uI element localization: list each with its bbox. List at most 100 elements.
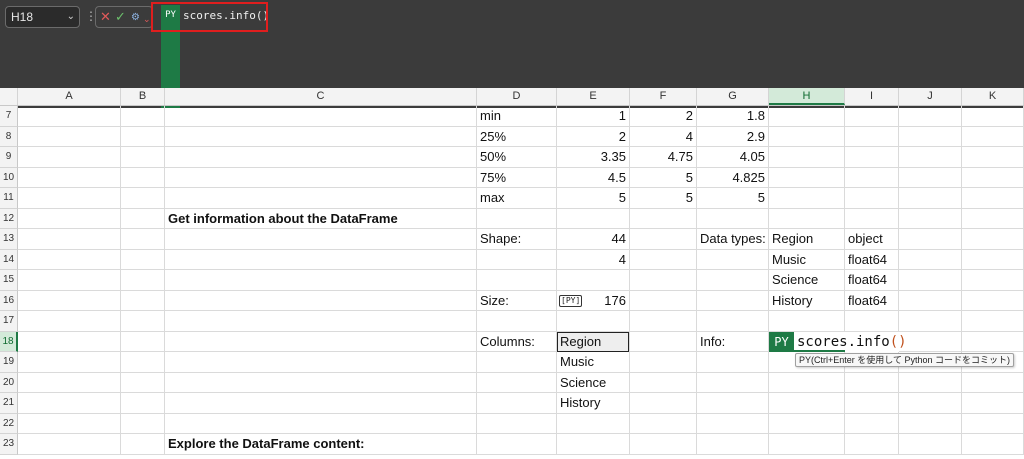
cell-a17[interactable] [18, 311, 121, 332]
cell-b22[interactable] [121, 413, 165, 434]
cell-f10[interactable]: 5 [630, 167, 697, 188]
column-header-k[interactable]: K [962, 88, 1024, 105]
cell-a19[interactable] [18, 352, 121, 373]
cell-c7[interactable] [165, 106, 477, 127]
row-header-15[interactable]: 15 [0, 270, 18, 291]
cell-f12[interactable] [630, 208, 697, 229]
cell-e7[interactable]: 1 [557, 106, 630, 127]
cell-c12[interactable]: Get information about the DataFrame [165, 208, 477, 229]
cell-h23[interactable] [769, 434, 845, 455]
row-header-7[interactable]: 7 [0, 106, 18, 127]
cell-k20[interactable] [962, 372, 1024, 393]
cell-g10[interactable]: 4.825 [697, 167, 769, 188]
cell-k11[interactable] [962, 188, 1024, 209]
cell-j17[interactable] [899, 311, 962, 332]
row-header-18[interactable]: 18 [0, 331, 18, 352]
cell-d14[interactable] [477, 249, 557, 270]
column-header-g[interactable]: G [697, 88, 769, 105]
cell-b21[interactable] [121, 393, 165, 414]
cell-j12[interactable] [899, 208, 962, 229]
cell-a21[interactable] [18, 393, 121, 414]
select-all-corner[interactable] [0, 88, 18, 105]
cell-k13[interactable] [962, 229, 1024, 250]
cell-c20[interactable] [165, 372, 477, 393]
column-header-a[interactable]: A [18, 88, 121, 105]
cell-e10[interactable]: 4.5 [557, 167, 630, 188]
cell-c15[interactable] [165, 270, 477, 291]
row-header-20[interactable]: 20 [0, 372, 18, 393]
row-header-8[interactable]: 8 [0, 126, 18, 147]
cell-h12[interactable] [769, 208, 845, 229]
cell-k7[interactable] [962, 106, 1024, 127]
cell-i15[interactable]: float64 [845, 270, 899, 291]
cell-i21[interactable] [845, 393, 899, 414]
cell-g22[interactable] [697, 413, 769, 434]
cell-j7[interactable] [899, 106, 962, 127]
cell-b20[interactable] [121, 372, 165, 393]
cell-b18[interactable] [121, 331, 165, 352]
cell-e20[interactable]: Science [557, 372, 630, 393]
cell-g17[interactable] [697, 311, 769, 332]
cell-e11[interactable]: 5 [557, 188, 630, 209]
cell-e14[interactable]: 4 [557, 249, 630, 270]
cell-g15[interactable] [697, 270, 769, 291]
name-box[interactable]: H18 ⌄ [5, 6, 80, 28]
cell-c21[interactable] [165, 393, 477, 414]
cell-b17[interactable] [121, 311, 165, 332]
cell-j10[interactable] [899, 167, 962, 188]
cell-g8[interactable]: 2.9 [697, 126, 769, 147]
cell-i23[interactable] [845, 434, 899, 455]
chevron-down-icon[interactable]: ⌄ [143, 11, 151, 27]
cell-e17[interactable] [557, 311, 630, 332]
cell-a23[interactable] [18, 434, 121, 455]
cell-h13[interactable]: Region [769, 229, 845, 250]
column-header-i[interactable]: I [845, 88, 899, 105]
cell-e9[interactable]: 3.35 [557, 147, 630, 168]
cell-j22[interactable] [899, 413, 962, 434]
cell-k14[interactable] [962, 249, 1024, 270]
enter-check-icon[interactable]: ✓ [115, 9, 126, 25]
cell-i11[interactable] [845, 188, 899, 209]
cell-c13[interactable] [165, 229, 477, 250]
cell-d11[interactable]: max [477, 188, 557, 209]
cell-a20[interactable] [18, 372, 121, 393]
cell-k8[interactable] [962, 126, 1024, 147]
cell-a18[interactable] [18, 331, 121, 352]
cell-k23[interactable] [962, 434, 1024, 455]
cell-i7[interactable] [845, 106, 899, 127]
cell-e22[interactable] [557, 413, 630, 434]
cell-d10[interactable]: 75% [477, 167, 557, 188]
cell-c16[interactable] [165, 290, 477, 311]
cell-i9[interactable] [845, 147, 899, 168]
cell-h15[interactable]: Science [769, 270, 845, 291]
cell-c10[interactable] [165, 167, 477, 188]
cell-b16[interactable] [121, 290, 165, 311]
cell-j23[interactable] [899, 434, 962, 455]
cell-b9[interactable] [121, 147, 165, 168]
cell-c9[interactable] [165, 147, 477, 168]
cell-a15[interactable] [18, 270, 121, 291]
cell-h14[interactable]: Music [769, 249, 845, 270]
cell-e15[interactable] [557, 270, 630, 291]
cell-h11[interactable] [769, 188, 845, 209]
cell-k9[interactable] [962, 147, 1024, 168]
row-header-10[interactable]: 10 [0, 167, 18, 188]
cell-d23[interactable] [477, 434, 557, 455]
cell-c8[interactable] [165, 126, 477, 147]
cell-a14[interactable] [18, 249, 121, 270]
cell-e13[interactable]: 44 [557, 229, 630, 250]
cell-j18[interactable] [899, 331, 962, 352]
cell-f11[interactable]: 5 [630, 188, 697, 209]
cell-b13[interactable] [121, 229, 165, 250]
cell-g18[interactable]: Info: [697, 331, 769, 352]
cell-k18[interactable] [962, 331, 1024, 352]
cell-b7[interactable] [121, 106, 165, 127]
cell-e8[interactable]: 2 [557, 126, 630, 147]
cell-f14[interactable] [630, 249, 697, 270]
cell-j9[interactable] [899, 147, 962, 168]
column-header-d[interactable]: D [477, 88, 557, 105]
cell-g9[interactable]: 4.05 [697, 147, 769, 168]
cell-b12[interactable] [121, 208, 165, 229]
cell-g16[interactable] [697, 290, 769, 311]
cell-d12[interactable] [477, 208, 557, 229]
